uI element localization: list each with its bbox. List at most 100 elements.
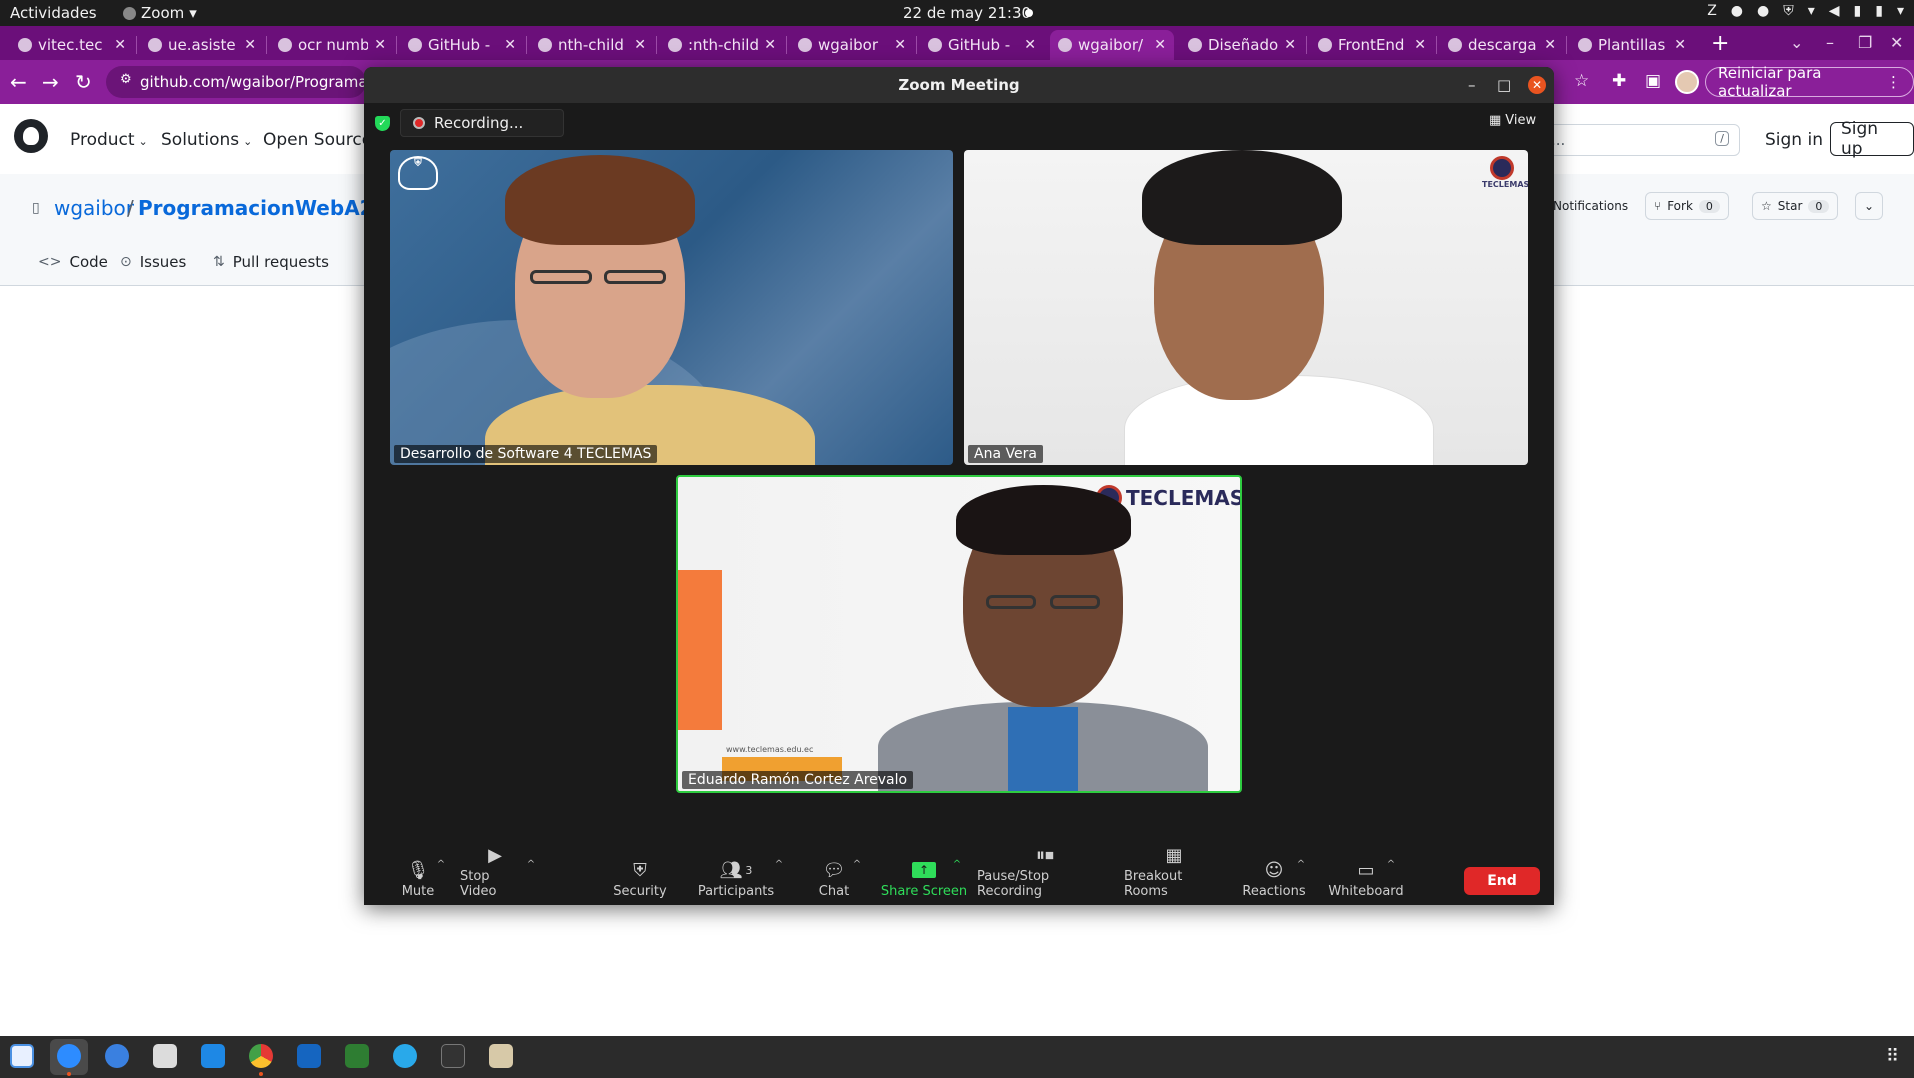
close-window-icon[interactable]: ✕	[1890, 33, 1903, 52]
site-info-icon[interactable]: ⚙	[120, 72, 132, 87]
archive-icon[interactable]	[489, 1044, 513, 1068]
signin-link[interactable]: Sign in	[1765, 130, 1823, 150]
video-tile[interactable]: TECLEMAS Ana Vera	[964, 150, 1528, 465]
browser-icon[interactable]	[105, 1044, 129, 1068]
power-menu-icon[interactable]: ▾	[1897, 3, 1904, 19]
restore-icon[interactable]: ❐	[1858, 33, 1872, 52]
system-tray[interactable]: Z ● ● ⛨ ▾ ◀ ▮ ▮ ▾	[1707, 3, 1904, 19]
shield-tray-icon[interactable]: ⛨	[1783, 3, 1794, 19]
minimize-icon[interactable]: –	[1826, 33, 1834, 52]
extensions-icon[interactable]: ✚	[1612, 71, 1626, 91]
star-list-dropdown[interactable]: ⌄	[1855, 192, 1884, 220]
notifications-button[interactable]: Notifications	[1545, 192, 1636, 220]
close-icon[interactable]: ✕	[374, 37, 386, 53]
browser-tab[interactable]: nth-child ✕	[530, 30, 654, 60]
forward-icon[interactable]: →	[42, 70, 59, 94]
video-options-caret[interactable]: ^	[526, 853, 536, 905]
audio-options-caret[interactable]: ^	[436, 853, 446, 905]
files-icon[interactable]	[153, 1044, 177, 1068]
profile-avatar[interactable]	[1675, 70, 1699, 94]
repo-name-link[interactable]: ProgramacionWebA24	[138, 196, 388, 220]
star-button[interactable]: ☆ Star 0	[1752, 192, 1839, 220]
close-icon[interactable]: ✕	[1544, 37, 1556, 53]
close-icon[interactable]: ✕	[634, 37, 646, 53]
terminal-icon[interactable]	[441, 1044, 465, 1068]
chat-button[interactable]: 💬︎ Chat	[814, 853, 854, 905]
text-editor-icon[interactable]	[10, 1044, 34, 1068]
fork-button[interactable]: ⑂ Fork 0	[1645, 192, 1729, 220]
close-icon[interactable]: ✕	[1414, 37, 1426, 53]
activities-button[interactable]: Actividades	[10, 4, 97, 22]
show-apps-icon[interactable]: ⠿	[1886, 1046, 1899, 1067]
browser-tab[interactable]: ocr numb ✕	[270, 30, 394, 60]
browser-tab[interactable]: GitHub - ✕	[920, 30, 1044, 60]
telegram-icon[interactable]	[393, 1044, 417, 1068]
browser-tab[interactable]: FrontEnd ✕	[1310, 30, 1434, 60]
browser-tab[interactable]: ue.asiste ✕	[140, 30, 264, 60]
share-options-caret[interactable]: ^	[952, 853, 962, 905]
side-panel-icon[interactable]: ▣	[1645, 71, 1661, 91]
recording-indicator[interactable]: Recording...	[400, 109, 564, 137]
minimize-icon[interactable]: –	[1468, 67, 1476, 103]
browser-tab[interactable]: vitec.tec ✕	[10, 30, 134, 60]
whiteboard-options-caret[interactable]: ^	[1386, 853, 1396, 905]
chrome-tray-icon[interactable]: ●	[1731, 3, 1743, 19]
browser-tab-active[interactable]: wgaibor/ ✕	[1050, 30, 1174, 60]
reactions-options-caret[interactable]: ^	[1296, 853, 1306, 905]
browser-tab[interactable]: Diseñado ✕	[1180, 30, 1304, 60]
chrome-icon[interactable]	[249, 1044, 273, 1068]
breakout-rooms-button[interactable]: ▦ Breakout Rooms	[1124, 845, 1224, 905]
github-logo-icon[interactable]	[14, 119, 48, 153]
close-icon[interactable]: ✕	[1528, 76, 1546, 94]
tab-code[interactable]: <> Code	[38, 253, 108, 271]
participants-options-caret[interactable]: ^	[774, 853, 784, 905]
nav-product[interactable]: Product ⌄	[70, 130, 148, 150]
reactions-button[interactable]: ☺ Reactions	[1242, 853, 1305, 905]
whiteboard-button[interactable]: ▭ Whiteboard	[1321, 853, 1411, 905]
clock[interactable]: 22 de may 21:30	[903, 4, 1031, 22]
update-button[interactable]: Reiniciar para actualizar ⋮	[1705, 64, 1914, 100]
signup-button[interactable]: Sign up	[1830, 119, 1914, 159]
browser-tab[interactable]: wgaibor ✕	[790, 30, 914, 60]
app-icon[interactable]	[345, 1044, 369, 1068]
app-tray-icon[interactable]: ●	[1757, 3, 1769, 19]
encryption-shield-icon[interactable]: ✓	[375, 116, 390, 131]
video-tile-active-speaker[interactable]: www.teclemas.edu.ec TECLEMAS Eduardo Ram…	[676, 475, 1242, 793]
video-tile[interactable]: ⛨ Desarrollo de Software 4 TECLEMAS	[390, 150, 953, 465]
zoom-icon[interactable]	[57, 1044, 81, 1068]
close-icon[interactable]: ✕	[244, 37, 256, 53]
close-icon[interactable]: ✕	[114, 37, 126, 53]
maximize-icon[interactable]: □	[1497, 67, 1511, 103]
vscode-icon[interactable]	[201, 1044, 225, 1068]
end-meeting-button[interactable]: End	[1464, 867, 1540, 895]
address-bar[interactable]: ⚙ github.com/wgaibor/ProgramacionW	[106, 66, 366, 98]
tab-search-icon[interactable]: ⌄	[1790, 33, 1803, 52]
close-icon[interactable]: ✕	[764, 37, 776, 53]
mute-button[interactable]: 🎙︎ Mute	[398, 853, 438, 905]
browser-tab[interactable]: descarga ✕	[1440, 30, 1564, 60]
security-button[interactable]: ⛨ Security	[612, 853, 668, 905]
close-icon[interactable]: ✕	[894, 37, 906, 53]
reload-icon[interactable]: ↻	[75, 70, 92, 94]
pause-stop-recording-button[interactable]: ⏸︎⏹︎ Pause/Stop Recording	[977, 845, 1113, 905]
chat-options-caret[interactable]: ^	[852, 853, 862, 905]
new-tab-button[interactable]: +	[1711, 31, 1729, 56]
close-icon[interactable]: ✕	[1284, 37, 1296, 53]
back-icon[interactable]: ←	[10, 70, 27, 94]
nav-solutions[interactable]: Solutions ⌄	[161, 130, 252, 150]
browser-tab[interactable]: GitHub - ✕	[400, 30, 524, 60]
close-icon[interactable]: ✕	[1024, 37, 1036, 53]
close-icon[interactable]: ✕	[504, 37, 516, 53]
close-icon[interactable]: ✕	[1674, 37, 1686, 53]
tab-pull-requests[interactable]: ⇅ Pull requests	[213, 253, 329, 271]
search-input[interactable]: ... /	[1540, 124, 1740, 156]
browser-tab[interactable]: :nth-child ✕	[660, 30, 784, 60]
zoom-tray-icon[interactable]: Z	[1707, 3, 1717, 19]
view-button[interactable]: ▦ View	[1489, 113, 1536, 128]
nav-open-source[interactable]: Open Source	[263, 130, 372, 150]
stop-video-button[interactable]: ▶ Stop Video	[460, 845, 530, 905]
tab-issues[interactable]: ⊙ Issues	[120, 253, 186, 271]
close-icon[interactable]: ✕	[1154, 37, 1166, 53]
participants-button[interactable]: 👥︎ 3 Participants	[698, 853, 774, 905]
shield-app-icon[interactable]	[297, 1044, 321, 1068]
